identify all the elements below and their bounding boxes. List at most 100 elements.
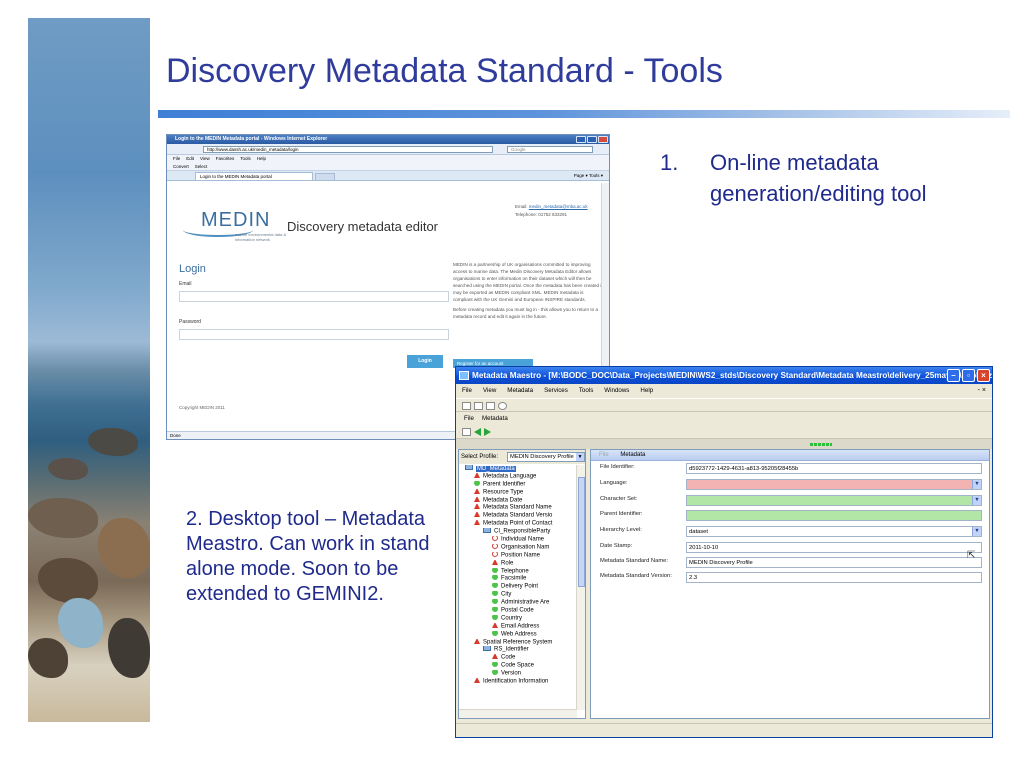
tree-node[interactable]: Postal Code [459, 607, 577, 615]
menu-services[interactable]: Services [544, 384, 568, 398]
email-contact-label: Email: [515, 204, 528, 209]
ok-status-icon [492, 662, 498, 668]
menu-view[interactable]: View [200, 155, 210, 163]
menu-help[interactable]: Help [640, 384, 653, 398]
email-field[interactable] [179, 291, 449, 302]
tree-node[interactable]: Code [459, 654, 577, 662]
error-icon [492, 543, 498, 549]
folder-icon [483, 646, 491, 652]
menu-metadata[interactable]: Metadata [507, 384, 533, 398]
field-input[interactable]: 2011-10-10 [686, 542, 982, 553]
tree-node[interactable]: Organisation Nam [459, 543, 577, 552]
menu-windows[interactable]: Windows [604, 384, 629, 398]
field-input[interactable]: ▼ [686, 495, 982, 506]
tree-horizontal-scrollbar[interactable] [459, 709, 577, 718]
browser-tabs: Login to the MEDIN Metadata portal Page … [167, 171, 609, 181]
chevron-down-icon[interactable]: ▼ [972, 496, 981, 505]
tree-node[interactable]: Identification Information [459, 678, 577, 686]
help-icon[interactable] [498, 402, 507, 410]
tree-vertical-scrollbar[interactable] [576, 465, 585, 710]
field-input[interactable]: d5923772-1429-4631-a813-95205f28455b [686, 463, 982, 474]
field-input[interactable] [686, 510, 982, 521]
field-input[interactable]: MEDIN Discovery Profile [686, 557, 982, 568]
save-icon[interactable] [474, 402, 483, 410]
chevron-down-icon[interactable]: ▼ [972, 527, 981, 536]
tab-metadata[interactable]: Metadata [620, 452, 645, 458]
tree-node[interactable]: RS_Identifier [459, 646, 577, 654]
tree-node[interactable]: Version [459, 670, 577, 678]
minimize-icon[interactable]: – [947, 369, 960, 382]
tree-node[interactable]: Metadata Date [459, 496, 577, 505]
menu-file[interactable]: File [173, 155, 180, 163]
new-icon[interactable] [462, 402, 471, 410]
back-arrow-icon[interactable] [474, 428, 481, 436]
menu-tools[interactable]: Tools [579, 384, 593, 398]
tree-node[interactable]: City [459, 591, 577, 599]
tree-node[interactable]: Resource Type [459, 488, 577, 497]
maximize-icon[interactable] [587, 136, 597, 143]
submenu-metadata[interactable]: Metadata [482, 412, 508, 426]
forward-arrow-icon[interactable] [484, 428, 491, 436]
email-contact-link[interactable]: medin_metadata@mba.ac.uk [529, 204, 588, 209]
profile-dropdown[interactable]: MEDIN Discovery Profile ▼ [507, 452, 585, 462]
open-icon[interactable] [486, 402, 495, 410]
tree-node[interactable]: Code Space [459, 662, 577, 670]
tree-node[interactable]: Web Address [459, 630, 577, 639]
tree-node[interactable]: Telephone [459, 567, 577, 576]
tree-node[interactable]: Metadata Point of Contact [459, 520, 577, 528]
mdi-controls[interactable]: - × [978, 384, 986, 398]
tree-node[interactable]: Delivery Point [459, 583, 577, 591]
menu-favorites[interactable]: Favorites [216, 155, 235, 163]
chevron-down-icon[interactable]: ▼ [972, 480, 981, 489]
app-title: Discovery metadata editor [287, 219, 439, 234]
rock-shape [88, 428, 138, 456]
tab-file[interactable]: File [599, 452, 609, 458]
close-icon[interactable]: × [977, 369, 990, 382]
form-tab-bar: File Metadata [591, 450, 989, 461]
login-button[interactable]: Login [407, 355, 443, 368]
tree-node-label: Telephone [501, 568, 529, 575]
form-row: Language: ▼ [591, 479, 991, 491]
tree-node[interactable]: Metadata Standard Name [459, 504, 577, 512]
slide-title: Discovery Metadata Standard - Tools [166, 52, 723, 90]
chevron-down-icon[interactable]: ▼ [576, 453, 584, 461]
tree-node[interactable]: Email Address [459, 622, 577, 631]
tree-node[interactable]: Role [459, 559, 577, 568]
minimize-icon[interactable] [576, 136, 586, 143]
menu-view[interactable]: View [483, 384, 496, 398]
select-button[interactable]: Select [195, 163, 208, 170]
field-input[interactable]: ▼ [686, 479, 982, 490]
menu-edit[interactable]: Edit [186, 155, 194, 163]
tree-node[interactable]: Administrative Are [459, 599, 577, 607]
tree-node[interactable]: Metadata Standard Versio [459, 512, 577, 520]
field-input[interactable]: dataset ▼ [686, 526, 982, 537]
field-input[interactable]: 2.3 [686, 572, 982, 583]
restore-icon[interactable]: ▫ [962, 369, 975, 382]
browser-right-tools[interactable]: Page ▾ Tools ▾ [574, 172, 603, 180]
submenu-file[interactable]: File [464, 412, 474, 426]
tree-node-label: Administrative Are [501, 599, 550, 606]
tab-login[interactable]: Login to the MEDIN Metadata portal [195, 172, 313, 181]
field-label: Metadata Standard Version: [600, 573, 672, 579]
close-icon[interactable] [598, 136, 608, 143]
menu-help[interactable]: Help [257, 155, 266, 163]
convert-button[interactable]: Convert [173, 163, 189, 170]
tree-node[interactable]: Position Name [459, 551, 577, 560]
new-tab-button[interactable] [315, 173, 335, 181]
password-field[interactable] [179, 329, 449, 340]
tree-node[interactable]: Spatial Reference System [459, 638, 577, 647]
tree-node[interactable]: CI_ResponsibleParty [459, 528, 577, 536]
tree-node[interactable]: MD_Metadata [459, 465, 577, 473]
tree-node[interactable]: Facsimile [459, 575, 577, 583]
search-input[interactable]: Google [507, 146, 593, 153]
menu-tools[interactable]: Tools [240, 155, 251, 163]
tree-node[interactable]: Parent Identifier [459, 480, 577, 489]
rock-shape [108, 618, 150, 678]
new-record-icon[interactable] [462, 428, 471, 436]
url-input[interactable]: http://www.dassh.ac.uk/medin_metadata/lo… [203, 146, 493, 153]
tree-node[interactable]: Individual Name [459, 536, 577, 544]
scroll-thumb[interactable] [578, 477, 585, 587]
tree-node[interactable]: Metadata Language [459, 472, 577, 481]
tree-node[interactable]: Country [459, 614, 577, 623]
menu-file[interactable]: File [462, 384, 472, 398]
